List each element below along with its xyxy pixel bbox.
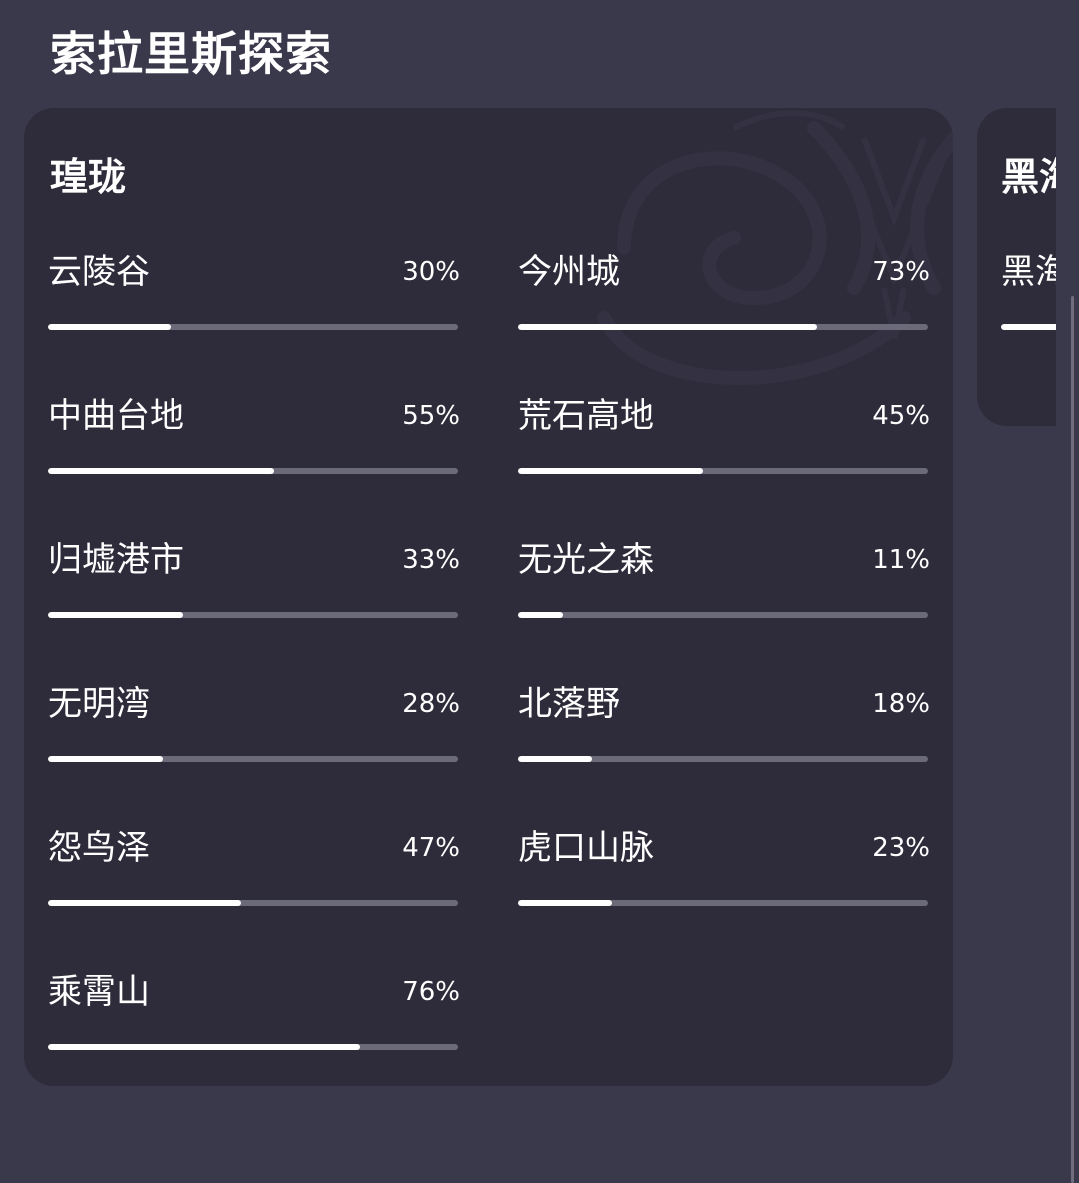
area-percent: 73% bbox=[872, 257, 930, 287]
progress-track bbox=[518, 468, 928, 474]
progress-fill bbox=[48, 612, 184, 618]
progress-track bbox=[48, 468, 458, 474]
area-percent: 76% bbox=[402, 977, 460, 1007]
area-name: 无光之森 bbox=[518, 540, 654, 580]
area-name: 今州城 bbox=[518, 252, 620, 292]
area-name: 虎口山脉 bbox=[518, 828, 654, 868]
area-percent: 33% bbox=[402, 545, 460, 575]
progress-track bbox=[518, 612, 928, 618]
area-percent: 30% bbox=[402, 257, 460, 287]
area-item-chengxiao[interactable]: 乘霄山 76% bbox=[48, 964, 460, 1074]
area-name: 乘霄山 bbox=[48, 972, 150, 1012]
area-item-beiluo[interactable]: 北落野 18% bbox=[518, 676, 930, 786]
area-percent: 11% bbox=[872, 545, 930, 575]
region-card-heihai[interactable]: 黑海 黑海 bbox=[977, 108, 1056, 426]
area-item-zhongqu[interactable]: 中曲台地 55% bbox=[48, 388, 460, 498]
area-item-wuguang[interactable]: 无光之森 11% bbox=[518, 532, 930, 642]
progress-fill bbox=[518, 324, 818, 330]
progress-fill bbox=[48, 468, 274, 474]
region-name: 黑海 bbox=[1001, 155, 1056, 199]
scrollbar[interactable] bbox=[1071, 296, 1074, 1183]
progress-track bbox=[518, 756, 928, 762]
progress-fill bbox=[48, 756, 163, 762]
area-percent: 47% bbox=[402, 833, 460, 863]
progress-track bbox=[48, 900, 458, 906]
progress-track bbox=[518, 900, 928, 906]
region-name: 瑝珑 bbox=[50, 155, 127, 199]
area-name: 无明湾 bbox=[48, 684, 150, 724]
progress-track bbox=[48, 1044, 458, 1050]
progress-fill bbox=[518, 900, 613, 906]
area-percent: 45% bbox=[872, 401, 930, 431]
progress-fill bbox=[48, 900, 241, 906]
progress-track bbox=[48, 612, 458, 618]
area-percent: 23% bbox=[872, 833, 930, 863]
progress-fill bbox=[48, 324, 171, 330]
progress-track bbox=[48, 324, 458, 330]
area-percent: 55% bbox=[402, 401, 460, 431]
progress-fill bbox=[48, 1044, 360, 1050]
area-name: 北落野 bbox=[518, 684, 620, 724]
area-name: 中曲台地 bbox=[48, 396, 184, 436]
area-name: 归墟港市 bbox=[48, 540, 184, 580]
area-item-yuanniao[interactable]: 怨鸟泽 47% bbox=[48, 820, 460, 930]
area-name: 云陵谷 bbox=[48, 252, 150, 292]
area-name: 荒石高地 bbox=[518, 396, 654, 436]
progress-fill bbox=[518, 756, 592, 762]
progress-track bbox=[518, 324, 928, 330]
area-name: 黑海 bbox=[1001, 252, 1056, 292]
area-item-yunlinggu[interactable]: 云陵谷 30% bbox=[48, 244, 460, 354]
page-title: 索拉里斯探索 bbox=[50, 27, 332, 81]
area-name: 怨鸟泽 bbox=[48, 828, 150, 868]
area-item-jinzhou[interactable]: 今州城 73% bbox=[518, 244, 930, 354]
progress-fill bbox=[1001, 324, 1056, 330]
progress-track bbox=[48, 756, 458, 762]
area-item-hukou[interactable]: 虎口山脉 23% bbox=[518, 820, 930, 930]
area-percent: 18% bbox=[872, 689, 930, 719]
area-item-wuming[interactable]: 无明湾 28% bbox=[48, 676, 460, 786]
area-percent: 28% bbox=[402, 689, 460, 719]
progress-fill bbox=[518, 612, 564, 618]
area-item-guixu[interactable]: 归墟港市 33% bbox=[48, 532, 460, 642]
progress-track bbox=[1001, 324, 1056, 330]
progress-fill bbox=[518, 468, 703, 474]
area-item-huangshi[interactable]: 荒石高地 45% bbox=[518, 388, 930, 498]
region-card-huanglong[interactable]: 瑝珑 云陵谷 30% 今州城 73% 中曲台地 55% 荒石高地 45% 归墟港… bbox=[24, 108, 953, 1086]
